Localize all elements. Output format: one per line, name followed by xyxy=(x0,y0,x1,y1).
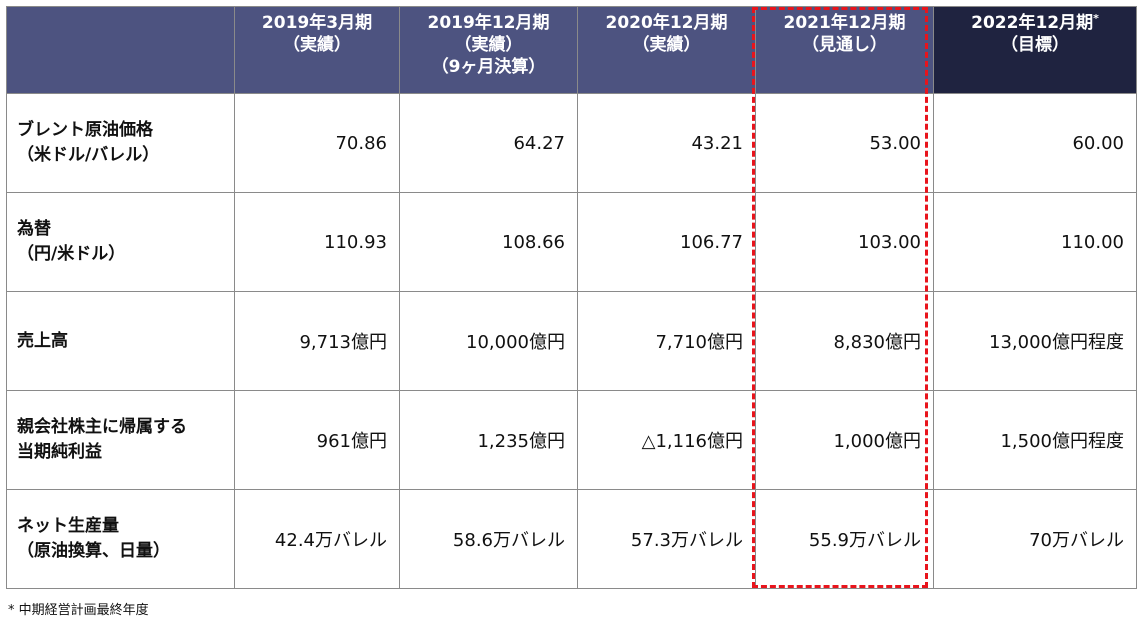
table-cell: 106.77 xyxy=(577,192,756,292)
table-cell: 43.21 xyxy=(577,93,756,193)
table-cell: 108.66 xyxy=(399,192,578,292)
header-corner-cell xyxy=(6,6,235,94)
header-status: （目標） xyxy=(1001,35,1069,55)
header-period: 2020年12月期 xyxy=(605,13,728,33)
table-cell: 58.6万バレル xyxy=(399,489,578,589)
header-row: 2019年3月期 （実績） 2019年12月期 （実績） （9ヶ月決算） 202… xyxy=(6,6,1137,94)
row-label-unit: （原油換算、日量） xyxy=(17,541,170,561)
table-cell: 70万バレル xyxy=(933,489,1137,589)
row-label: 為替 （円/米ドル） xyxy=(6,192,235,292)
header-fy2020-12: 2020年12月期 （実績） xyxy=(577,6,756,94)
row-label: 親会社株主に帰属する 当期純利益 xyxy=(6,390,235,490)
table-row-net-income: 親会社株主に帰属する 当期純利益 961億円 1,235億円 △1,116億円 … xyxy=(6,390,1137,490)
row-label: ブレント原油価格 （米ドル/バレル） xyxy=(6,93,235,193)
row-label-sub: 当期純利益 xyxy=(17,442,102,462)
footnote-marker: * xyxy=(1093,12,1099,25)
row-label-main: 売上高 xyxy=(17,330,68,351)
row-label: ネット生産量 （原油換算、日量） xyxy=(6,489,235,589)
table-row-brent-oil-price: ブレント原油価格 （米ドル/バレル） 70.86 64.27 43.21 53.… xyxy=(6,93,1137,193)
header-period: 2019年3月期 xyxy=(261,13,373,33)
page: 2019年3月期 （実績） 2019年12月期 （実績） （9ヶ月決算） 202… xyxy=(0,0,1141,624)
table-row-net-production: ネット生産量 （原油換算、日量） 42.4万バレル 58.6万バレル 57.3万… xyxy=(6,489,1137,589)
header-status: （実績） xyxy=(632,35,701,55)
table-cell: 110.00 xyxy=(933,192,1137,292)
table-cell: 10,000億円 xyxy=(399,291,578,391)
header-status: （実績） xyxy=(454,35,523,55)
table-row-revenue: 売上高 9,713億円 10,000億円 7,710億円 8,830億円 13,… xyxy=(6,291,1137,391)
table-cell: △1,116億円 xyxy=(577,390,756,490)
table-cell: 9,713億円 xyxy=(234,291,400,391)
table-cell: 60.00 xyxy=(933,93,1137,193)
table-cell: 1,235億円 xyxy=(399,390,578,490)
header-period: 2021年12月期 xyxy=(783,13,906,33)
row-label-main: ネット生産量 xyxy=(17,516,119,536)
header-fy2019-03: 2019年3月期 （実績） xyxy=(234,6,400,94)
footnote: * 中期経営計画最終年度 xyxy=(8,603,149,618)
table-cell: 961億円 xyxy=(234,390,400,490)
table-cell: 1,500億円程度 xyxy=(933,390,1137,490)
table-cell: 7,710億円 xyxy=(577,291,756,391)
row-label-main: 為替 xyxy=(17,219,51,239)
header-status: （実績） xyxy=(283,35,351,55)
row-label-main: 親会社株主に帰属する xyxy=(17,417,187,437)
table-cell: 13,000億円程度 xyxy=(933,291,1137,391)
table-cell: 57.3万バレル xyxy=(577,489,756,589)
financial-outlook-table: 2019年3月期 （実績） 2019年12月期 （実績） （9ヶ月決算） 202… xyxy=(6,6,1137,589)
table-cell: 103.00 xyxy=(755,192,934,292)
table-cell: 8,830億円 xyxy=(755,291,934,391)
header-status: （見通し） xyxy=(802,35,887,55)
header-period: 2022年12月期 xyxy=(971,13,1094,33)
table-cell: 70.86 xyxy=(234,93,400,193)
table-cell: 110.93 xyxy=(234,192,400,292)
table-cell: 53.00 xyxy=(755,93,934,193)
row-label-main: ブレント原油価格 xyxy=(17,120,153,140)
row-label: 売上高 xyxy=(6,291,235,391)
table-row-exchange-rate: 為替 （円/米ドル） 110.93 108.66 106.77 103.00 1… xyxy=(6,192,1137,292)
table-cell: 64.27 xyxy=(399,93,578,193)
table-cell: 1,000億円 xyxy=(755,390,934,490)
header-period: 2019年12月期 xyxy=(427,13,550,33)
header-fy2022-12: 2022年12月期* （目標） xyxy=(933,6,1137,94)
row-label-unit: （円/米ドル） xyxy=(17,244,126,264)
row-label-unit: （米ドル/バレル） xyxy=(17,145,160,165)
table-cell: 55.9万バレル xyxy=(755,489,934,589)
header-note: （9ヶ月決算） xyxy=(431,57,546,77)
header-fy2021-12: 2021年12月期 （見通し） xyxy=(755,6,934,94)
table-cell: 42.4万バレル xyxy=(234,489,400,589)
header-fy2019-12: 2019年12月期 （実績） （9ヶ月決算） xyxy=(399,6,578,94)
